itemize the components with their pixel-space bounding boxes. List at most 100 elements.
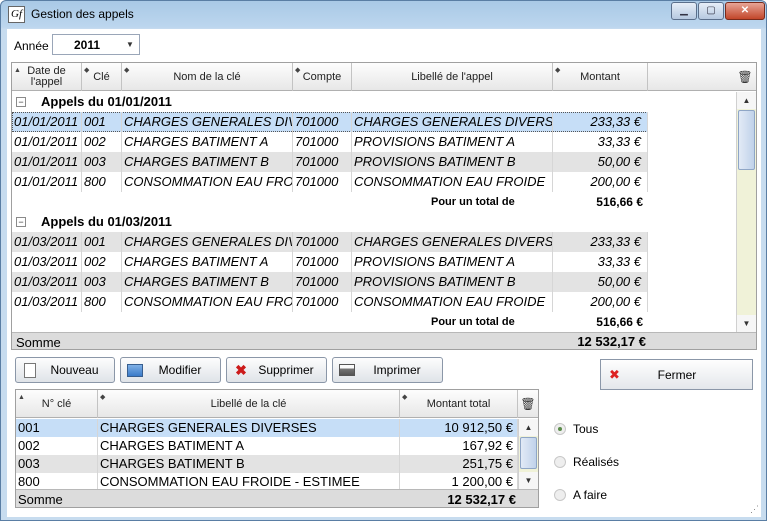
- cell-nom: CHARGES BATIMENT A: [122, 132, 293, 152]
- column-header-libelle[interactable]: Libellé de l'appel: [352, 63, 553, 91]
- table-row[interactable]: 01/01/2011001CHARGES GENERALES DIVERSES7…: [12, 112, 648, 132]
- cell-libelle: PROVISIONS BATIMENT A: [352, 252, 553, 272]
- delete-button[interactable]: ✖ Supprimer: [226, 357, 327, 383]
- keys-sum-label: Somme: [18, 492, 63, 507]
- scroll-down-icon[interactable]: ▼: [737, 315, 756, 332]
- table-row[interactable]: 01/03/2011 003 CHARGES BATIMENT B 701000 PRO…: [12, 272, 648, 292]
- cell-cle: 800: [82, 172, 122, 192]
- group-header[interactable]: − Appels du 01/01/2011: [12, 92, 648, 112]
- group-total-value: 516,66 €: [596, 195, 643, 209]
- column-header-num-cle[interactable]: ▲ N° clé: [16, 390, 98, 418]
- maximize-button[interactable]: ▢: [698, 2, 724, 20]
- keys-table-body: 001 CHARGES GENERALES DIVERSES 10 912,50 €…: [16, 419, 518, 491]
- column-header-date[interactable]: ▲ Date de l'appel: [12, 63, 82, 91]
- cell-date: 01/03/2011: [12, 252, 82, 272]
- radio-dot[interactable]: [554, 489, 566, 501]
- radio-dot[interactable]: [554, 423, 566, 435]
- cell-libelle: CONSOMMATION EAU FROIDE: [352, 172, 553, 192]
- cell-nom: CONSOMMATION EAU FROIDE - ESTIMEE: [122, 292, 293, 312]
- cell-cle: 003: [82, 152, 122, 172]
- footer-sum-value: 12 532,17 €: [577, 334, 646, 349]
- group-title: Appels du 01/01/2011: [41, 94, 172, 109]
- column-chooser-icon[interactable]: 🗑: [518, 390, 538, 418]
- main-window: Gf Gestion des appels ▁ ▢ ✕ Année 2011 ▼…: [0, 0, 767, 521]
- calls-table-scrollbar[interactable]: ▲ ▼: [736, 92, 756, 332]
- key-row[interactable]: 003 CHARGES BATIMENT B 251,75 €: [16, 455, 518, 473]
- edit-image-icon: [124, 359, 146, 381]
- cell-num: 003: [16, 455, 98, 473]
- window-client-area: Année 2011 ▼ ▲ Date de l'appel ◆ Clé ◆ N…: [7, 29, 761, 517]
- cell-montant: 33,33 €: [553, 132, 648, 152]
- column-chooser-icon[interactable]: 🗑: [734, 63, 756, 91]
- year-label: Année: [14, 39, 49, 53]
- key-row[interactable]: 002 CHARGES BATIMENT A 167,92 €: [16, 437, 518, 455]
- cell-nom: CHARGES GENERALES DIVERSES: [122, 112, 293, 132]
- close-button[interactable]: ✖ Fermer: [600, 359, 753, 390]
- table-row[interactable]: 01/03/2011 002 CHARGES BATIMENT A 701000 PRO…: [12, 252, 648, 272]
- table-row[interactable]: 01/01/2011 003 CHARGES BATIMENT B 701000 PRO…: [12, 152, 648, 172]
- cell-libelle: CONSOMMATION EAU FROIDE: [352, 292, 553, 312]
- cell-cle: 001: [82, 232, 122, 252]
- cell-montant: 251,75 €: [400, 455, 518, 473]
- key-row[interactable]: 001 CHARGES GENERALES DIVERSES 10 912,50 €: [16, 419, 518, 437]
- keys-table-header: ▲ N° clé ◆ Libellé de la clé ◆ Montant t…: [16, 390, 538, 418]
- calls-table-header: ▲ Date de l'appel ◆ Clé ◆ Nom de la clé …: [12, 63, 756, 91]
- column-header-montant-total[interactable]: ◆ Montant total: [400, 390, 518, 418]
- column-header-cle[interactable]: ◆ Clé: [82, 63, 122, 91]
- table-row[interactable]: 01/03/2011001CHARGES GENERALES DIVERSES7…: [12, 232, 648, 252]
- title-bar[interactable]: Gf Gestion des appels ▁ ▢ ✕: [1, 1, 766, 29]
- cell-cle: 003: [82, 272, 122, 292]
- cell-montant: 33,33 €: [553, 252, 648, 272]
- cell-montant: 233,33 €: [553, 112, 648, 132]
- cell-libelle: PROVISIONS BATIMENT B: [352, 272, 553, 292]
- cell-date: 01/03/2011: [12, 272, 82, 292]
- sort-icon: ◆: [402, 394, 408, 401]
- collapse-icon[interactable]: −: [16, 97, 26, 107]
- new-button[interactable]: Nouveau: [15, 357, 115, 383]
- radio-tous[interactable]: Tous: [554, 421, 598, 437]
- column-header-nom[interactable]: ◆ Nom de la clé: [122, 63, 293, 91]
- minimize-button[interactable]: ▁: [671, 2, 697, 20]
- table-row[interactable]: 01/03/2011800CONSOMMATION EAU FROIDE - E…: [12, 292, 648, 312]
- scroll-thumb[interactable]: [738, 110, 755, 170]
- cell-montant: 50,00 €: [553, 272, 648, 292]
- radio-a-faire[interactable]: A faire: [554, 487, 607, 503]
- keys-table-scrollbar[interactable]: ▲ ▼: [518, 419, 538, 489]
- keys-sum-value: 12 532,17 €: [447, 492, 516, 507]
- cell-nom: CHARGES GENERALES DIVERSES: [122, 232, 293, 252]
- column-header-montant[interactable]: ◆ Montant: [553, 63, 648, 91]
- cell-compte: 701000: [293, 172, 352, 192]
- table-row[interactable]: 01/01/2011800CONSOMMATION EAU FROIDE - E…: [12, 172, 648, 192]
- chevron-down-icon[interactable]: ▼: [121, 35, 139, 54]
- close-window-button[interactable]: ✕: [725, 2, 765, 20]
- scroll-down-icon[interactable]: ▼: [519, 472, 538, 489]
- year-select[interactable]: 2011 ▼: [52, 34, 140, 55]
- column-header-libelle-cle[interactable]: ◆ Libellé de la clé: [98, 390, 400, 418]
- cell-compte: 701000: [293, 292, 352, 312]
- radio-realises[interactable]: Réalisés: [554, 454, 619, 470]
- cell-compte: 701000: [293, 272, 352, 292]
- cell-compte: 701000: [293, 112, 352, 132]
- close-icon: ✖: [609, 366, 620, 382]
- column-header-compte[interactable]: ◆ Compte: [293, 63, 352, 91]
- scroll-thumb[interactable]: [520, 437, 537, 469]
- cell-date: 01/01/2011: [12, 112, 82, 132]
- resize-grip-icon[interactable]: ⋰: [750, 504, 759, 515]
- scroll-up-icon[interactable]: ▲: [519, 419, 538, 436]
- edit-button[interactable]: Modifier: [120, 357, 221, 383]
- table-row[interactable]: 01/01/2011 002 CHARGES BATIMENT A 701000 PRO…: [12, 132, 648, 152]
- collapse-icon[interactable]: −: [16, 217, 26, 227]
- calls-table: ▲ Date de l'appel ◆ Clé ◆ Nom de la clé …: [11, 62, 757, 350]
- radio-dot[interactable]: [554, 456, 566, 468]
- calls-table-body: − Appels du 01/01/2011 01/01/2011 001 CHARGE…: [12, 92, 736, 332]
- printer-icon: [336, 359, 358, 381]
- print-button[interactable]: Imprimer: [332, 357, 443, 383]
- cell-cle: 001: [82, 112, 122, 132]
- cell-compte: 701000: [293, 132, 352, 152]
- app-icon[interactable]: Gf: [8, 6, 25, 23]
- group-title: Appels du 01/03/2011: [41, 214, 172, 229]
- group-header[interactable]: − Appels du 01/03/2011: [12, 212, 648, 232]
- cell-compte: 701000: [293, 252, 352, 272]
- scroll-up-icon[interactable]: ▲: [737, 92, 756, 109]
- year-value: 2011: [73, 37, 101, 52]
